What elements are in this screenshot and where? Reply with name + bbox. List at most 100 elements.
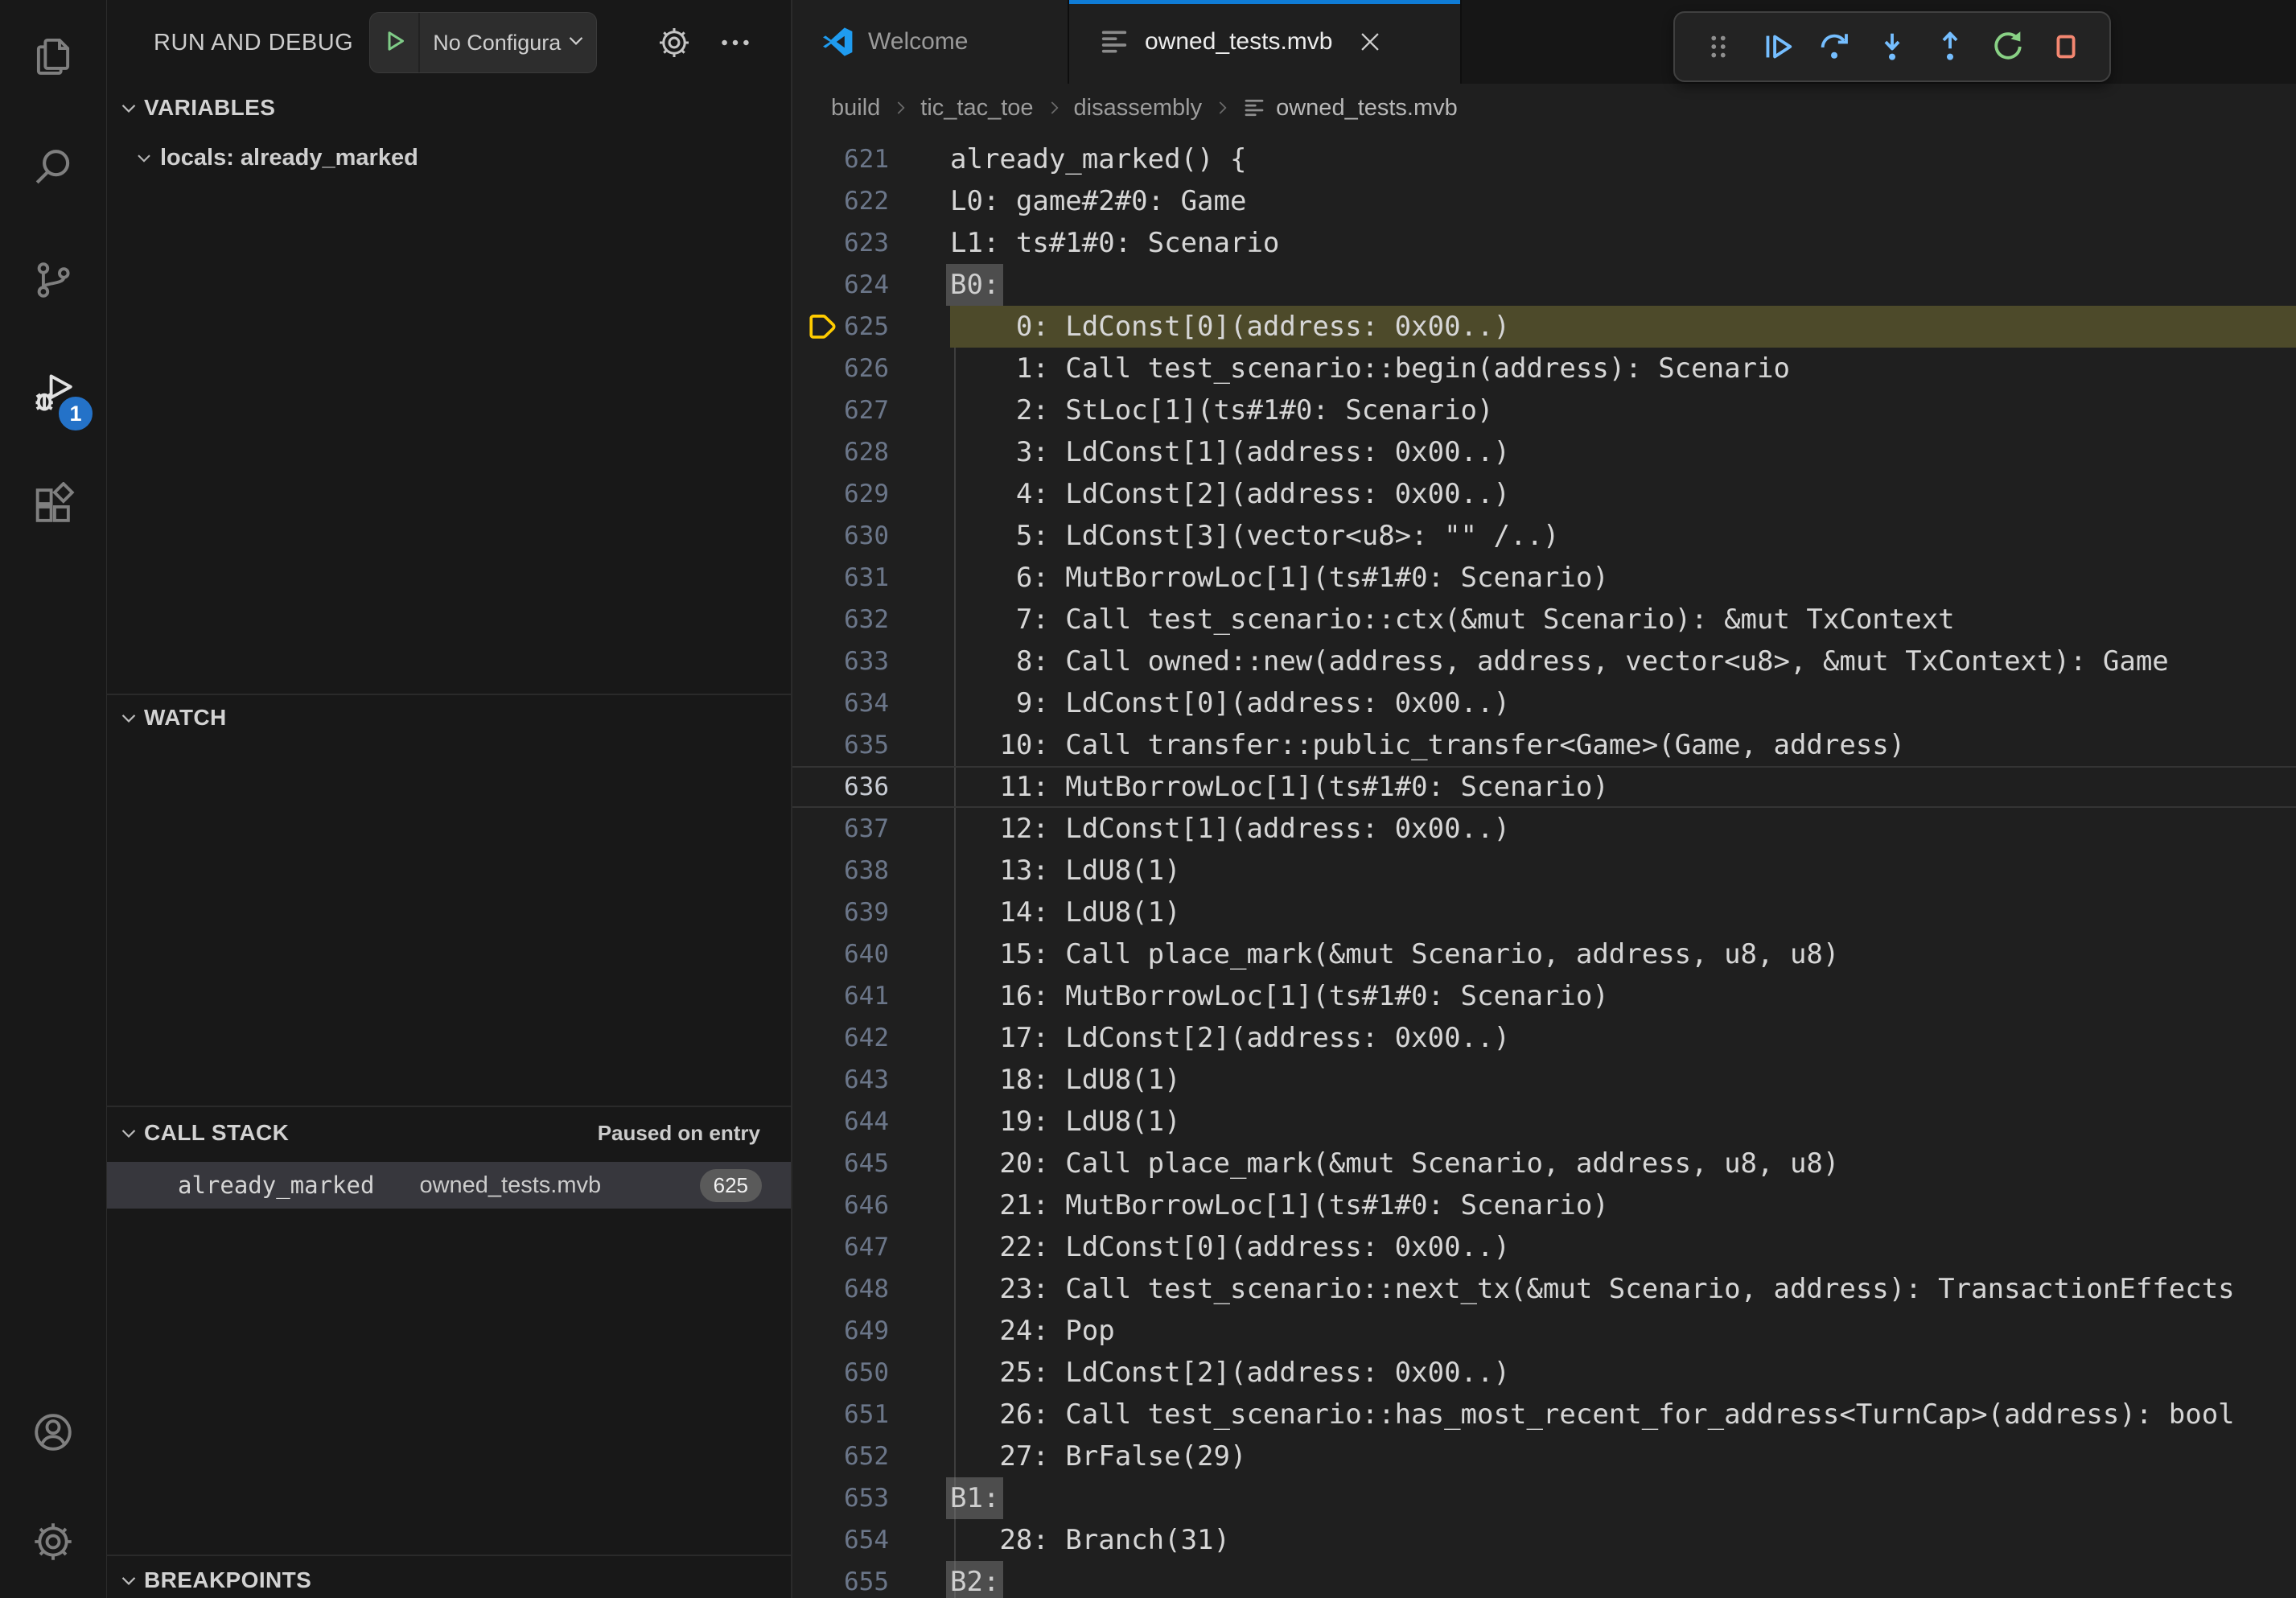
locals-scope-row[interactable]: locals: already_marked [107, 137, 791, 179]
activity-item-explorer[interactable] [0, 0, 106, 113]
debug-toolbar [1673, 11, 2111, 82]
code-line-644[interactable]: 644 19: LdU8(1) [792, 1101, 2296, 1143]
sidebar-title-row: RUN AND DEBUG No Configura [107, 0, 791, 85]
line-text: 27: BrFalse(29) [950, 1435, 2296, 1477]
code-line-621[interactable]: 621already_marked() { [792, 138, 2296, 180]
start-debug-button[interactable] [370, 13, 420, 72]
config-dropdown[interactable]: No Configura [420, 13, 596, 72]
step-out-button[interactable] [1932, 28, 1969, 65]
code-line-635[interactable]: 635 10: Call transfer::public_transfer<G… [792, 724, 2296, 766]
call-stack-section-header[interactable]: CALL STACK Paused on entry [107, 1112, 791, 1154]
restart-button[interactable] [1989, 28, 2026, 65]
code-line-638[interactable]: 638 13: LdU8(1) [792, 850, 2296, 892]
activity-item-settings[interactable] [0, 1489, 106, 1598]
code-line-642[interactable]: 642 17: LdConst[2](address: 0x00..) [792, 1017, 2296, 1059]
line-number: 627 [792, 389, 889, 431]
line-text: 14: LdU8(1) [950, 892, 2296, 933]
step-into-button[interactable] [1874, 28, 1911, 65]
code-line-647[interactable]: 647 22: LdConst[0](address: 0x00..) [792, 1226, 2296, 1268]
call-stack-section-label: CALL STACK [144, 1120, 289, 1146]
code-line-649[interactable]: 649 24: Pop [792, 1310, 2296, 1352]
line-text: 26: Call test_scenario::has_most_recent_… [950, 1394, 2296, 1435]
drag-handle-button[interactable] [1700, 28, 1737, 65]
code-line-628[interactable]: 628 3: LdConst[1](address: 0x00..) [792, 431, 2296, 473]
code-line-654[interactable]: 654 28: Branch(31) [792, 1519, 2296, 1561]
block-label: B2: [946, 1561, 1003, 1598]
line-text: B0: [950, 264, 2296, 306]
line-text: 1: Call test_scenario::begin(address): S… [950, 348, 2296, 389]
activity-bar: 1 [0, 0, 107, 1598]
continue-button[interactable] [1758, 28, 1795, 65]
chevron-down-icon [117, 706, 141, 730]
activity-item-run-and-debug[interactable]: 1 [0, 338, 106, 451]
line-number: 650 [792, 1352, 889, 1394]
code-line-636[interactable]: 636 11: MutBorrowLoc[1](ts#1#0: Scenario… [792, 766, 2296, 808]
code-line-641[interactable]: 641 16: MutBorrowLoc[1](ts#1#0: Scenario… [792, 975, 2296, 1017]
file-lines-icon [1098, 26, 1130, 58]
line-text: 12: LdConst[1](address: 0x00..) [950, 808, 2296, 850]
code-line-655[interactable]: 655B2: [792, 1561, 2296, 1598]
call-stack-frame-row[interactable]: already_marked owned_tests.mvb 625 [107, 1162, 791, 1209]
tab-owned-tests-mvb[interactable]: owned_tests.mvb [1069, 0, 1462, 84]
code-line-630[interactable]: 630 5: LdConst[3](vector<u8>: "" /..) [792, 515, 2296, 557]
code-line-625[interactable]: 625 0: LdConst[0](address: 0x00..) [792, 306, 2296, 348]
close-icon[interactable] [1356, 28, 1384, 56]
code-line-643[interactable]: 643 18: LdU8(1) [792, 1059, 2296, 1101]
breakpoints-section-label: BREAKPOINTS [144, 1567, 311, 1593]
breadcrumb-file[interactable]: owned_tests.mvb [1276, 95, 1458, 121]
frame-file-name: owned_tests.mvb [419, 1172, 601, 1199]
code-line-646[interactable]: 646 21: MutBorrowLoc[1](ts#1#0: Scenario… [792, 1184, 2296, 1226]
code-line-639[interactable]: 639 14: LdU8(1) [792, 892, 2296, 933]
line-text: already_marked() { [950, 138, 2296, 180]
code-line-640[interactable]: 640 15: Call place_mark(&mut Scenario, a… [792, 933, 2296, 975]
line-number: 645 [792, 1143, 889, 1184]
breakpoints-section-header[interactable]: BREAKPOINTS [107, 1559, 791, 1598]
code-line-629[interactable]: 629 4: LdConst[2](address: 0x00..) [792, 473, 2296, 515]
step-over-button[interactable] [1816, 28, 1853, 65]
breadcrumb-item[interactable]: disassembly [1074, 95, 1203, 121]
code-line-648[interactable]: 648 23: Call test_scenario::next_tx(&mut… [792, 1268, 2296, 1310]
chevron-down-icon [117, 1121, 141, 1145]
line-number: 634 [792, 682, 889, 724]
line-text: 5: LdConst[3](vector<u8>: "" /..) [950, 515, 2296, 557]
line-text: 11: MutBorrowLoc[1](ts#1#0: Scenario) [950, 766, 2296, 808]
activity-item-account[interactable] [0, 1379, 106, 1489]
activity-bar-items: 1 [0, 0, 106, 563]
tab-bar: Welcomeowned_tests.mvb [792, 0, 2296, 84]
stop-button[interactable] [2047, 28, 2084, 65]
editor-group: Welcomeowned_tests.mvb buildtic_tac_toed… [792, 0, 2296, 1598]
line-text: 20: Call place_mark(&mut Scenario, addre… [950, 1143, 2296, 1184]
tab-welcome[interactable]: Welcome [792, 0, 1069, 84]
code-line-652[interactable]: 652 27: BrFalse(29) [792, 1435, 2296, 1477]
code-line-651[interactable]: 651 26: Call test_scenario::has_most_rec… [792, 1394, 2296, 1435]
code-line-645[interactable]: 645 20: Call place_mark(&mut Scenario, a… [792, 1143, 2296, 1184]
activity-item-extensions[interactable] [0, 451, 106, 563]
code-line-624[interactable]: 624B0: [792, 264, 2296, 306]
activity-item-source-control[interactable] [0, 225, 106, 338]
code-line-650[interactable]: 650 25: LdConst[2](address: 0x00..) [792, 1352, 2296, 1394]
code-editor[interactable]: 621already_marked() {622L0: game#2#0: Ga… [792, 132, 2296, 1598]
activity-item-search[interactable] [0, 113, 106, 225]
variables-section-header[interactable]: VARIABLES [107, 87, 791, 129]
code-line-637[interactable]: 637 12: LdConst[1](address: 0x00..) [792, 808, 2296, 850]
breadcrumb-item[interactable]: build [831, 95, 880, 121]
code-line-632[interactable]: 632 7: Call test_scenario::ctx(&mut Scen… [792, 599, 2296, 640]
breadcrumb-item[interactable]: tic_tac_toe [920, 95, 1033, 121]
more-actions-icon[interactable] [717, 24, 754, 61]
code-line-633[interactable]: 633 8: Call owned::new(address, address,… [792, 640, 2296, 682]
code-line-634[interactable]: 634 9: LdConst[0](address: 0x00..) [792, 682, 2296, 724]
chevron-right-icon [1212, 97, 1232, 118]
code-line-653[interactable]: 653B1: [792, 1477, 2296, 1519]
watch-section-header[interactable]: WATCH [107, 697, 791, 739]
code-line-627[interactable]: 627 2: StLoc[1](ts#1#0: Scenario) [792, 389, 2296, 431]
line-number: 633 [792, 640, 889, 682]
line-text: 24: Pop [950, 1310, 2296, 1352]
gear-icon[interactable] [656, 24, 693, 61]
code-line-623[interactable]: 623L1: ts#1#0: Scenario [792, 222, 2296, 264]
line-text: 10: Call transfer::public_transfer<Game>… [950, 724, 2296, 766]
line-text: 3: LdConst[1](address: 0x00..) [950, 431, 2296, 473]
code-line-626[interactable]: 626 1: Call test_scenario::begin(address… [792, 348, 2296, 389]
code-line-622[interactable]: 622L0: game#2#0: Game [792, 180, 2296, 222]
code-line-631[interactable]: 631 6: MutBorrowLoc[1](ts#1#0: Scenario) [792, 557, 2296, 599]
line-text: 15: Call place_mark(&mut Scenario, addre… [950, 933, 2296, 975]
